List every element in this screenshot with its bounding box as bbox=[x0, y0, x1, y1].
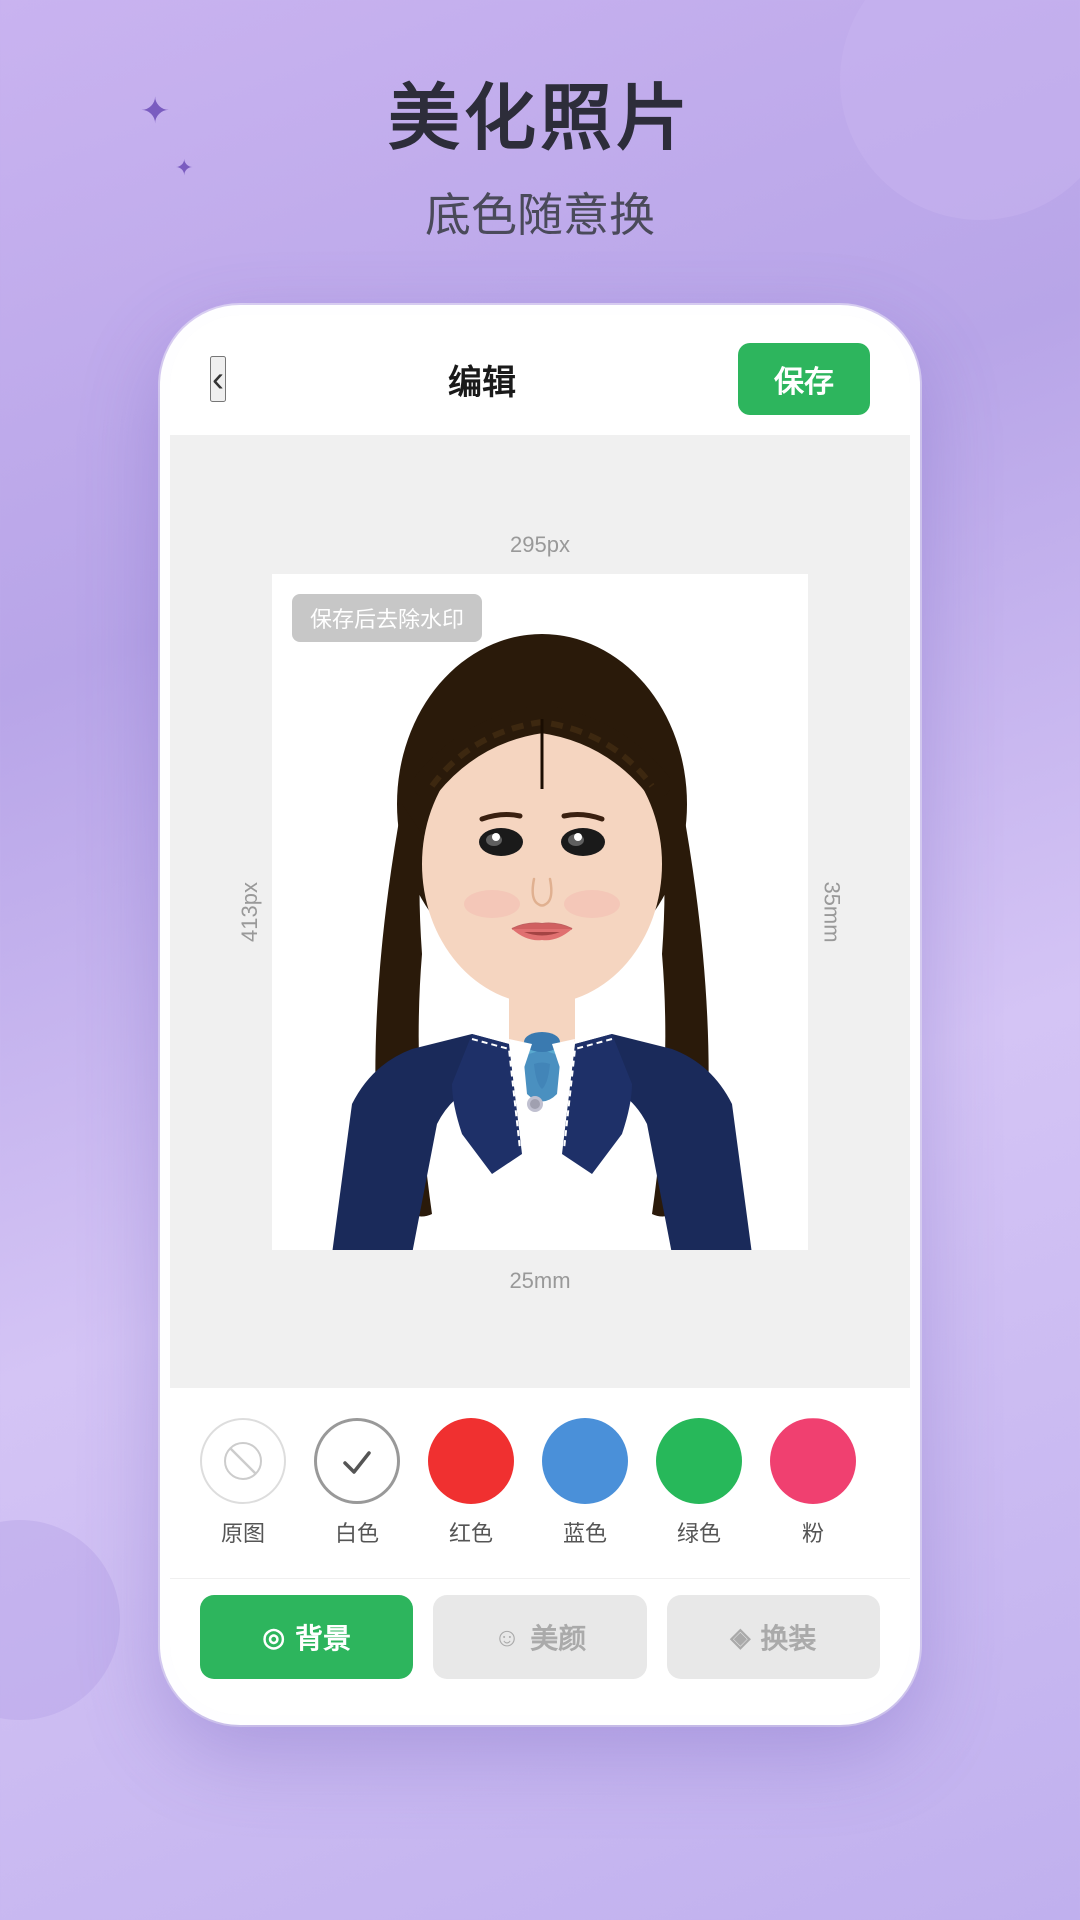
color-option-red[interactable]: 红色 bbox=[428, 1418, 514, 1548]
color-option-green[interactable]: 绿色 bbox=[656, 1418, 742, 1548]
color-circle-white bbox=[314, 1418, 400, 1504]
color-label-red: 红色 bbox=[449, 1516, 493, 1548]
slash-icon bbox=[223, 1441, 263, 1481]
action-buttons: ◎ 背景 ☺ 美颜 ◈ 换装 bbox=[170, 1578, 910, 1715]
outfit-icon: ◈ bbox=[730, 1622, 750, 1653]
sparkle-icon-small: ✦ bbox=[175, 155, 193, 181]
background-label: 背景 bbox=[295, 1617, 351, 1657]
color-option-pink[interactable]: 粉 bbox=[770, 1418, 856, 1548]
back-button[interactable]: ‹ bbox=[210, 356, 226, 402]
outfit-label: 换装 bbox=[760, 1617, 816, 1657]
color-option-blue[interactable]: 蓝色 bbox=[542, 1418, 628, 1548]
page-header: ✦ ✦ 美化照片 底色随意换 bbox=[0, 0, 1080, 285]
save-button[interactable]: 保存 bbox=[738, 343, 870, 415]
color-selector: 原图 白色 红色 bbox=[170, 1388, 910, 1578]
measure-top: 295px bbox=[510, 532, 570, 558]
measure-left: 413px bbox=[237, 882, 263, 942]
measure-bottom: 25mm bbox=[509, 1268, 570, 1294]
photo-frame: 保存后去除水印 bbox=[270, 572, 810, 1252]
color-label-blue: 蓝色 bbox=[563, 1516, 607, 1548]
color-circle-blue bbox=[542, 1418, 628, 1504]
color-option-original[interactable]: 原图 bbox=[200, 1418, 286, 1548]
background-button[interactable]: ◎ 背景 bbox=[200, 1595, 413, 1679]
beauty-button[interactable]: ☺ 美颜 bbox=[433, 1595, 646, 1679]
color-circle-red bbox=[428, 1418, 514, 1504]
color-label-white: 白色 bbox=[335, 1516, 379, 1548]
topbar-title: 编辑 bbox=[448, 355, 516, 404]
color-circle-original bbox=[200, 1418, 286, 1504]
background-icon: ◎ bbox=[262, 1622, 285, 1653]
color-circle-green bbox=[656, 1418, 742, 1504]
photo-frame-wrapper: 295px 25mm 413px 35mm 保存后去除水印 bbox=[270, 572, 810, 1252]
watermark-badge: 保存后去除水印 bbox=[292, 594, 482, 642]
beauty-icon: ☺ bbox=[494, 1622, 521, 1653]
portrait-svg bbox=[272, 574, 808, 1250]
measure-right: 35mm bbox=[818, 882, 844, 943]
color-option-white[interactable]: 白色 bbox=[314, 1418, 400, 1548]
color-options-list: 原图 白色 红色 bbox=[200, 1418, 880, 1558]
phone-topbar: ‹ 编辑 保存 bbox=[170, 315, 910, 436]
sparkle-icon-large: ✦ bbox=[140, 90, 170, 132]
check-icon bbox=[337, 1441, 377, 1481]
phone-mockup: ‹ 编辑 保存 295px 25mm 413px 35mm bbox=[0, 305, 1080, 1725]
color-label-original: 原图 bbox=[221, 1516, 265, 1548]
color-label-green: 绿色 bbox=[677, 1516, 721, 1548]
page-title-sub: 底色随意换 bbox=[0, 179, 1080, 245]
beauty-label: 美颜 bbox=[530, 1617, 586, 1657]
phone-frame: ‹ 编辑 保存 295px 25mm 413px 35mm bbox=[160, 305, 920, 1725]
color-label-pink: 粉 bbox=[802, 1516, 824, 1548]
photo-editing-area: 295px 25mm 413px 35mm 保存后去除水印 bbox=[170, 436, 910, 1388]
portrait-photo: 保存后去除水印 bbox=[272, 574, 808, 1250]
color-circle-pink bbox=[770, 1418, 856, 1504]
outfit-button[interactable]: ◈ 换装 bbox=[667, 1595, 880, 1679]
